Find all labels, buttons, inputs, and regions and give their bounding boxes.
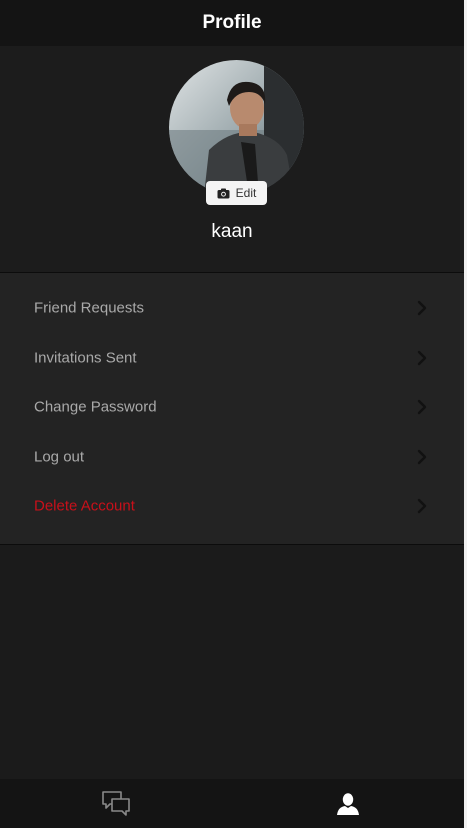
divider xyxy=(0,544,464,545)
chat-bubbles-icon xyxy=(102,790,130,816)
menu-item-delete-account[interactable]: Delete Account xyxy=(0,481,464,530)
user-icon xyxy=(337,792,359,815)
tab-chats[interactable] xyxy=(0,779,232,828)
menu-item-log-out[interactable]: Log out xyxy=(0,432,464,481)
camera-icon xyxy=(217,188,230,198)
menu-item-invitations-sent[interactable]: Invitations Sent xyxy=(0,333,464,382)
profile-menu: Friend Requests Invitations Sent Change … xyxy=(0,273,464,544)
chevron-right-icon xyxy=(417,399,427,414)
page-title: Profile xyxy=(202,12,262,33)
chevron-right-icon xyxy=(417,350,427,365)
menu-item-friend-requests[interactable]: Friend Requests xyxy=(0,283,464,332)
bottom-tab-bar xyxy=(0,779,464,828)
menu-item-label: Invitations Sent xyxy=(34,349,137,366)
menu-item-change-password[interactable]: Change Password xyxy=(0,382,464,431)
username: kaan xyxy=(211,221,253,242)
menu-item-label: Friend Requests xyxy=(34,299,145,316)
menu-item-label: Log out xyxy=(34,448,85,465)
top-bar: Profile xyxy=(0,0,464,46)
app-root: Profile Edit kaan Friend Requests Invita… xyxy=(0,0,467,828)
edit-photo-button[interactable]: Edit xyxy=(206,181,267,205)
avatar-photo xyxy=(169,60,304,195)
menu-item-label: Change Password xyxy=(34,398,157,415)
chevron-right-icon xyxy=(417,300,427,315)
avatar[interactable] xyxy=(169,60,304,195)
profile-section: Edit kaan xyxy=(0,46,464,272)
menu-item-label: Delete Account xyxy=(34,497,135,514)
chevron-right-icon xyxy=(417,498,427,513)
tab-profile[interactable] xyxy=(232,779,464,828)
chevron-right-icon xyxy=(417,449,427,464)
edit-label: Edit xyxy=(235,186,257,200)
